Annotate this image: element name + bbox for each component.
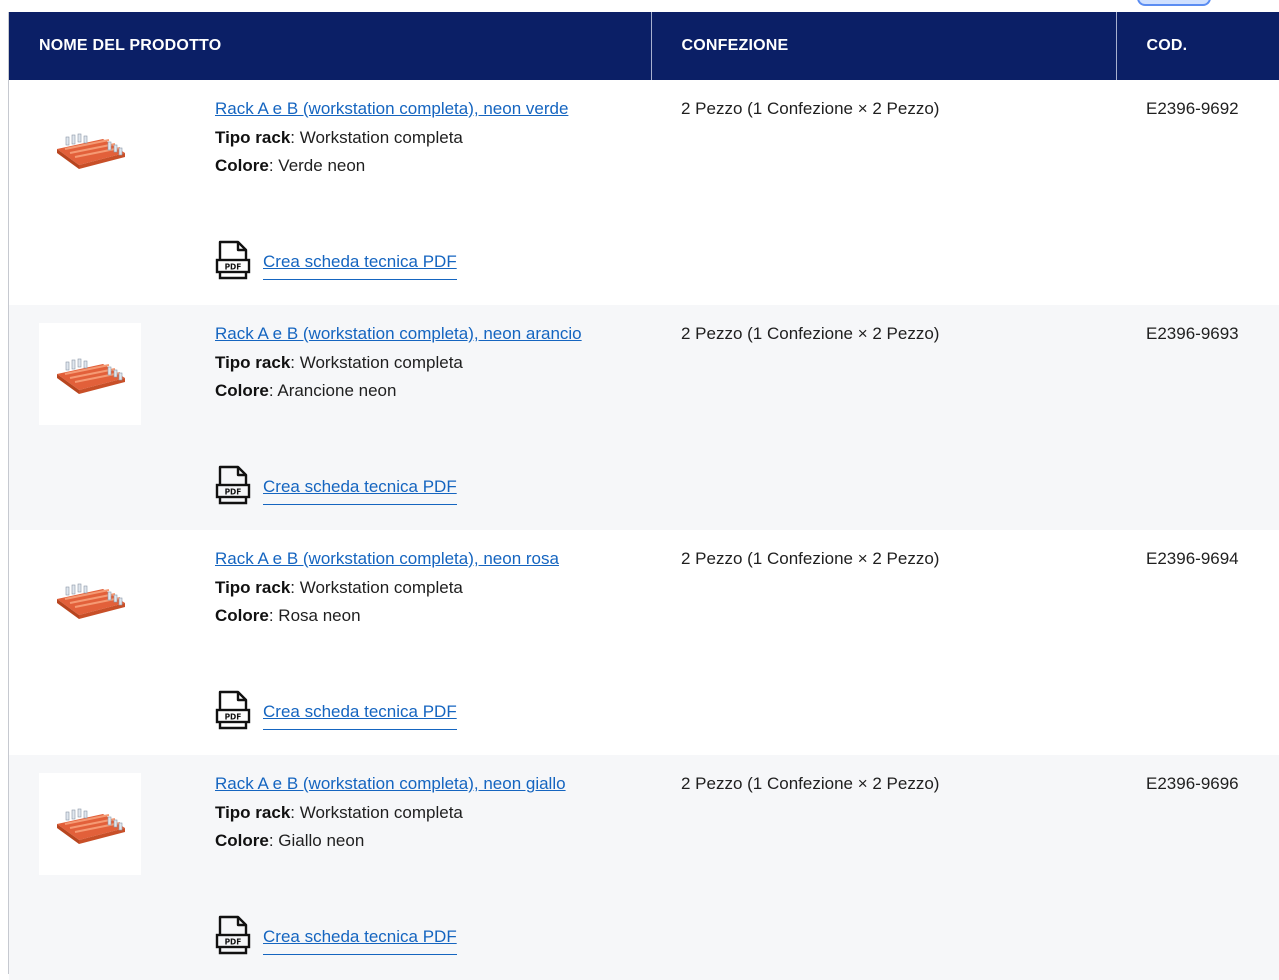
rack-type-value: : Workstation completa [290, 577, 463, 597]
rack-type-value: : Workstation completa [290, 352, 463, 372]
color-value: : Arancione neon [268, 381, 397, 400]
tube-rack-image [57, 358, 125, 394]
rack-type-label: Tipo rack [215, 577, 291, 597]
packaging-cell: 2 Pezzo (1 Confezione × 2 Pezzo) [681, 774, 940, 793]
tube-rack-image [57, 583, 125, 619]
svg-text:PDF: PDF [225, 938, 242, 947]
color-attribute: Colore: Arancione neon [215, 381, 396, 400]
product-thumbnail[interactable] [39, 98, 141, 200]
tube-rack-image [57, 808, 125, 844]
pdf-datasheet-action[interactable]: PDF Crea scheda tecnica PDF [215, 915, 457, 955]
color-attribute: Colore: Rosa neon [215, 606, 361, 625]
product-table: NOME DEL PRODOTTO CONFEZIONE COD. Rack A… [9, 12, 1279, 980]
product-thumbnail[interactable] [39, 323, 141, 425]
header-product-name[interactable]: NOME DEL PRODOTTO [9, 12, 652, 80]
top-scroll-button[interactable] [1137, 0, 1211, 6]
product-title-link[interactable]: Rack A e B (workstation completa), neon … [215, 774, 566, 793]
svg-text:PDF: PDF [225, 713, 242, 722]
product-table-container: NOME DEL PRODOTTO CONFEZIONE COD. Rack A… [8, 12, 1279, 980]
rack-type-label: Tipo rack [215, 127, 291, 147]
color-attribute: Colore: Giallo neon [215, 831, 364, 850]
code-cell: E2396-9696 [1146, 774, 1239, 793]
rack-type-value: : Workstation completa [290, 802, 463, 822]
product-title-link[interactable]: Rack A e B (workstation completa), neon … [215, 324, 582, 343]
product-info: Rack A e B (workstation completa), neon … [215, 545, 595, 631]
rack-type-attribute: Tipo rack: Workstation completa [215, 803, 463, 822]
rack-type-attribute: Tipo rack: Workstation completa [215, 353, 463, 372]
product-info: Rack A e B (workstation completa), neon … [215, 770, 595, 856]
product-name-cell: Rack A e B (workstation completa), neon … [9, 80, 651, 305]
color-label: Colore [215, 156, 269, 175]
rack-type-attribute: Tipo rack: Workstation completa [215, 128, 463, 147]
color-value: : Verde neon [268, 156, 366, 175]
color-label: Colore [215, 831, 269, 850]
product-thumbnail[interactable] [39, 773, 141, 875]
product-name-cell: Rack A e B (workstation completa), neon … [9, 530, 651, 755]
create-pdf-link[interactable]: Crea scheda tecnica PDF [263, 251, 457, 280]
create-pdf-link[interactable]: Crea scheda tecnica PDF [263, 476, 457, 505]
product-thumbnail[interactable] [39, 548, 141, 650]
code-cell: E2396-9693 [1146, 324, 1239, 343]
color-label: Colore [215, 606, 269, 625]
color-value: : Rosa neon [268, 606, 361, 625]
code-cell: E2396-9694 [1146, 549, 1239, 568]
packaging-cell: 2 Pezzo (1 Confezione × 2 Pezzo) [681, 99, 940, 118]
tube-rack-image [57, 133, 125, 169]
pdf-datasheet-action[interactable]: PDF Crea scheda tecnica PDF [215, 240, 457, 280]
code-cell: E2396-9692 [1146, 99, 1239, 118]
svg-text:PDF: PDF [225, 263, 242, 272]
pdf-file-icon: PDF [215, 240, 251, 280]
table-row: Rack A e B (workstation completa), neon … [9, 80, 1279, 305]
pdf-datasheet-action[interactable]: PDF Crea scheda tecnica PDF [215, 690, 457, 730]
table-row: Rack A e B (workstation completa), neon … [9, 530, 1279, 755]
color-value: : Giallo neon [268, 831, 365, 850]
rack-type-attribute: Tipo rack: Workstation completa [215, 578, 463, 597]
product-title-link[interactable]: Rack A e B (workstation completa), neon … [215, 549, 559, 568]
header-packaging[interactable]: CONFEZIONE [651, 12, 1117, 80]
header-code[interactable]: COD. [1116, 12, 1279, 80]
rack-type-label: Tipo rack [215, 352, 291, 372]
pdf-datasheet-action[interactable]: PDF Crea scheda tecnica PDF [215, 465, 457, 505]
color-label: Colore [215, 381, 269, 400]
create-pdf-link[interactable]: Crea scheda tecnica PDF [263, 701, 457, 730]
packaging-cell: 2 Pezzo (1 Confezione × 2 Pezzo) [681, 324, 940, 343]
table-row: Rack A e B (workstation completa), neon … [9, 755, 1279, 980]
create-pdf-link[interactable]: Crea scheda tecnica PDF [263, 926, 457, 955]
rack-type-label: Tipo rack [215, 802, 291, 822]
pdf-file-icon: PDF [215, 915, 251, 955]
product-name-cell: Rack A e B (workstation completa), neon … [9, 305, 651, 530]
svg-text:PDF: PDF [225, 488, 242, 497]
product-info: Rack A e B (workstation completa), neon … [215, 95, 595, 181]
color-attribute: Colore: Verde neon [215, 156, 365, 175]
table-row: Rack A e B (workstation completa), neon … [9, 305, 1279, 530]
packaging-cell: 2 Pezzo (1 Confezione × 2 Pezzo) [681, 549, 940, 568]
product-info: Rack A e B (workstation completa), neon … [215, 320, 595, 406]
pdf-file-icon: PDF [215, 690, 251, 730]
product-name-cell: Rack A e B (workstation completa), neon … [9, 755, 651, 980]
product-title-link[interactable]: Rack A e B (workstation completa), neon … [215, 99, 568, 118]
rack-type-value: : Workstation completa [290, 127, 463, 147]
table-header-row: NOME DEL PRODOTTO CONFEZIONE COD. [9, 12, 1279, 80]
pdf-file-icon: PDF [215, 465, 251, 505]
